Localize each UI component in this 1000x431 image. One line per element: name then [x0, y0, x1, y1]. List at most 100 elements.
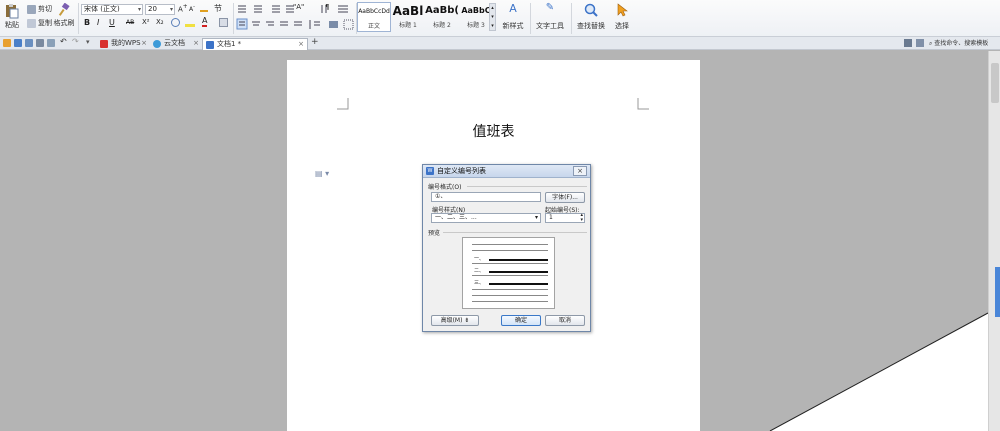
- style-label: 标题 1: [399, 22, 417, 29]
- redo-icon[interactable]: ↷: [72, 37, 79, 46]
- ok-button[interactable]: 确定: [501, 315, 541, 326]
- number-style-select[interactable]: 一、二、三、... ▾: [431, 213, 541, 223]
- number-format-label: 编号格式(O): [428, 184, 462, 191]
- shrink-font-icon[interactable]: A-: [189, 4, 195, 13]
- preview-line: [472, 250, 548, 251]
- clear-format-icon[interactable]: [200, 3, 208, 12]
- separator: [530, 3, 531, 34]
- cut-button[interactable]: 剪切: [27, 3, 52, 16]
- side-panel-tab[interactable]: [995, 267, 1000, 317]
- scrollbar-thumb[interactable]: [991, 63, 999, 103]
- cancel-button[interactable]: 取消: [545, 315, 585, 326]
- stepper-arrows-icon[interactable]: ▴ ▾: [580, 213, 583, 223]
- command-search[interactable]: ⌕ 查找命令、搜索模板: [929, 38, 988, 49]
- text-effect-icon[interactable]: [171, 18, 180, 27]
- strikethrough-icon[interactable]: AB: [126, 19, 134, 26]
- highlight-icon[interactable]: [185, 18, 195, 27]
- select-label: 选择: [615, 22, 629, 30]
- text-direction-icon[interactable]: "A": [293, 3, 304, 11]
- wps-logo-icon: W: [426, 167, 434, 175]
- text-tools-icon: ✎: [545, 2, 555, 13]
- text-tools-button[interactable]: ✎ 文字工具: [534, 2, 566, 32]
- new-style-label: 新样式: [502, 22, 524, 30]
- close-icon[interactable]: ×: [298, 39, 304, 50]
- style-preview: AaBbCcDd: [358, 8, 390, 15]
- close-button[interactable]: ×: [573, 166, 587, 176]
- font-color-icon[interactable]: A: [202, 17, 208, 27]
- preview-label: 预览: [428, 230, 441, 237]
- dialog-titlebar: W 自定义编号列表 ×: [423, 165, 590, 178]
- superscript-icon[interactable]: X²: [142, 18, 150, 26]
- style-label: 标题 2: [433, 22, 451, 29]
- font-button[interactable]: 字体(F)...: [545, 192, 585, 203]
- number-format-input[interactable]: ①、: [431, 192, 541, 202]
- format-painter-button[interactable]: 格式刷: [54, 2, 75, 29]
- brush-icon: [58, 3, 70, 16]
- new-style-button[interactable]: A 新样式: [500, 2, 526, 32]
- close-icon[interactable]: ×: [193, 38, 199, 49]
- separator: [78, 3, 79, 34]
- preview-number: 一、: [474, 256, 485, 262]
- style-preview: AaBl: [392, 4, 424, 18]
- italic-icon[interactable]: I: [97, 18, 99, 27]
- style-heading-2[interactable]: AaBb( 标题 2: [425, 2, 459, 32]
- style-normal[interactable]: AaBbCcDd 正文: [357, 2, 391, 32]
- subscript-icon[interactable]: X₂: [156, 18, 164, 26]
- copy-label: 复制: [38, 19, 52, 27]
- tab-label: 我的WPS: [111, 39, 141, 47]
- find-replace-button[interactable]: 查找替换: [574, 2, 608, 32]
- style-preview: AaBbC: [461, 6, 491, 15]
- style-heading-3[interactable]: AaBbC 标题 3: [459, 2, 493, 32]
- tab-doc1[interactable]: 文档1 * ×: [202, 38, 308, 50]
- chevron-down-icon: ▾: [169, 6, 173, 13]
- show-marks-icon[interactable]: ¶: [325, 3, 329, 11]
- find-replace-label: 查找替换: [577, 22, 605, 30]
- style-label: 正文: [367, 23, 380, 30]
- open-folder-icon[interactable]: [3, 39, 11, 47]
- section-divider: [467, 186, 587, 187]
- new-tab-icon[interactable]: +: [311, 37, 319, 47]
- print-icon[interactable]: [36, 39, 44, 47]
- start-at-stepper[interactable]: 1 ▴ ▾: [545, 213, 585, 223]
- dialog-title: 自定义编号列表: [437, 167, 486, 175]
- tab-my-wps[interactable]: 我的WPS ×: [97, 38, 150, 50]
- preview-line: [472, 301, 548, 302]
- preview-line: [472, 275, 548, 276]
- paste-icon: [6, 4, 19, 19]
- underline-icon[interactable]: U: [109, 18, 115, 27]
- phonetic-icon[interactable]: 节: [214, 3, 222, 14]
- font-size-select[interactable]: 20 ▾: [145, 4, 175, 15]
- copy-icon: [27, 18, 36, 28]
- advanced-button[interactable]: 高级(M) ⇟: [431, 315, 479, 326]
- tab-cloud-docs[interactable]: 云文档 ×: [150, 38, 202, 50]
- feedback-icon[interactable]: [904, 39, 912, 47]
- preview-bar: [489, 271, 548, 273]
- chevron-down-icon: ▾: [534, 214, 538, 221]
- grow-font-icon[interactable]: A+: [178, 4, 188, 13]
- select-button[interactable]: 选择: [611, 2, 633, 32]
- preview-line: [472, 263, 548, 264]
- new-style-icon: A: [509, 2, 517, 15]
- customize-toolbar-icon[interactable]: ▾: [86, 38, 90, 46]
- close-icon[interactable]: ×: [141, 38, 147, 49]
- style-gallery-scroll[interactable]: ▴ ▾ ▾: [489, 3, 496, 31]
- copy-button[interactable]: 复制: [27, 17, 52, 30]
- skin-icon[interactable]: [916, 39, 924, 47]
- char-border-icon[interactable]: [219, 18, 228, 27]
- preview-line: [472, 244, 548, 245]
- print-preview-icon[interactable]: [47, 39, 55, 47]
- numbering-preview: 一、 二、 三、: [462, 237, 555, 309]
- style-heading-1[interactable]: AaBl 标题 1: [391, 2, 425, 32]
- command-search-placeholder: 查找命令、搜索模板: [934, 40, 989, 47]
- bold-icon[interactable]: B: [84, 18, 90, 27]
- undo-icon[interactable]: ↶: [60, 37, 67, 46]
- preview-line: [472, 295, 548, 296]
- scissors-icon: [27, 4, 36, 14]
- save-icon[interactable]: [14, 39, 22, 47]
- export-pdf-icon[interactable]: [25, 39, 33, 47]
- paste-button[interactable]: 粘贴: [3, 2, 21, 32]
- wps-logo-icon: [100, 40, 108, 48]
- cloud-icon: [153, 40, 161, 48]
- vertical-scrollbar[interactable]: [988, 51, 1000, 431]
- font-name-select[interactable]: 宋体 (正文) ▾: [81, 4, 143, 15]
